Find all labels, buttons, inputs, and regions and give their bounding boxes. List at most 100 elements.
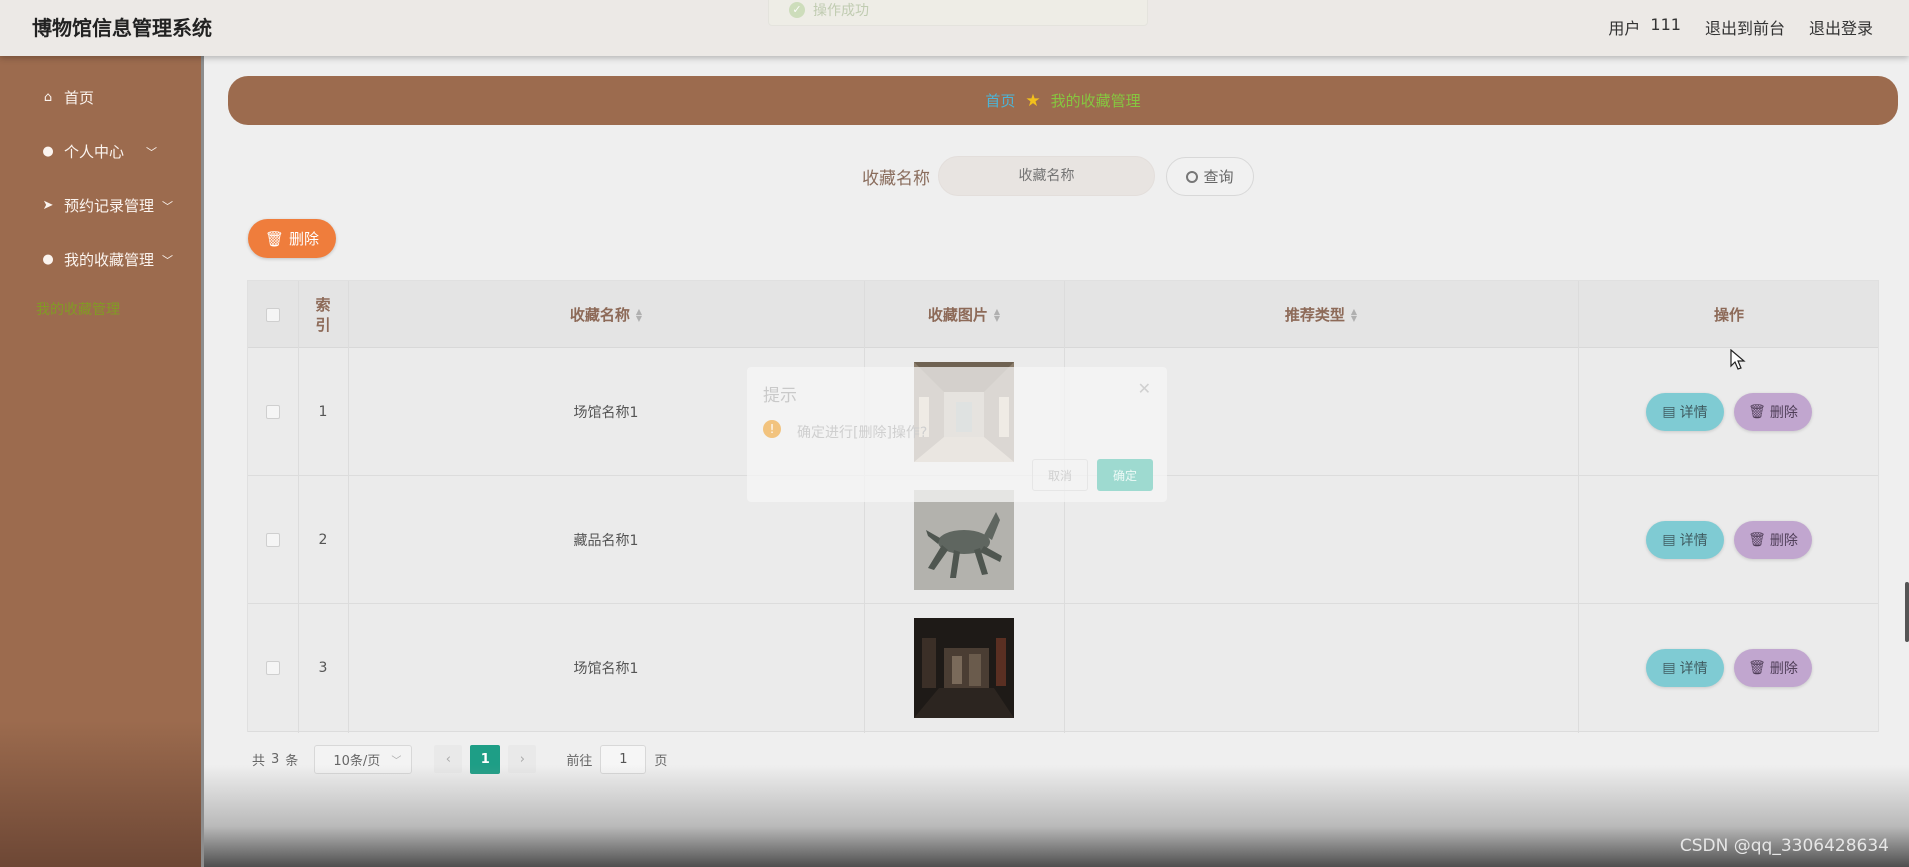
- detail-button[interactable]: ▤ 详情: [1646, 393, 1724, 431]
- breadcrumb-home[interactable]: 首页: [985, 90, 1015, 111]
- search-button[interactable]: 查询: [1166, 157, 1254, 196]
- sort-icon[interactable]: ▲ ▼: [636, 307, 642, 322]
- dialog-title: 提示: [763, 386, 797, 406]
- goto-suffix: 页: [654, 753, 668, 769]
- chevron-left-icon: ‹: [445, 751, 451, 767]
- header-name[interactable]: 收藏名称 ▲ ▼: [348, 281, 864, 348]
- row-checkbox[interactable]: [266, 405, 280, 419]
- dialog-message: 确定进行[删除]操作?: [797, 425, 928, 441]
- home-icon: ⌂: [43, 90, 53, 105]
- batch-delete-label: 删除: [289, 230, 320, 248]
- dark-exhibit-image[interactable]: [914, 618, 1014, 718]
- collections-table: 索引 收藏名称 ▲▼ 收藏图片 ▲▼ 推荐类型 ▲▼ 操作 1 场馆名称1: [247, 280, 1880, 733]
- sidebar-item-label: 个人中心: [64, 143, 125, 161]
- sort-icon[interactable]: ▲ ▼: [1351, 307, 1357, 322]
- user-name: 111: [1650, 15, 1681, 34]
- goto-page-input[interactable]: [600, 744, 647, 774]
- goto-prefix: 前往: [566, 753, 593, 769]
- user-icon: ●: [42, 144, 54, 159]
- breadcrumb: 首页 ★ 我的收藏管理: [228, 76, 1898, 125]
- table-row: 3 场馆名称1 ▤ 详情 🗑 删除: [248, 604, 1878, 732]
- next-page-button[interactable]: ›: [508, 745, 537, 773]
- toast-text: 操作成功: [813, 3, 869, 19]
- document-icon: ▤: [1662, 660, 1676, 676]
- total-count: 3: [271, 751, 280, 767]
- row-actions: ▤ 详情 🗑 删除: [1578, 348, 1880, 476]
- trash-icon: 🗑: [1748, 404, 1766, 420]
- mouse-pointer-icon: [1730, 349, 1746, 370]
- search-icon: [1186, 170, 1199, 183]
- cancel-button[interactable]: 取消: [1032, 459, 1088, 491]
- table-header: 索引 收藏名称 ▲ ▼ 收藏图片 ▲ ▼ 推荐类型 ▲ ▼ 操作: [248, 281, 1878, 348]
- breadcrumb-current: 我的收藏管理: [1050, 92, 1141, 110]
- page-size-select[interactable]: 10条/页 ﹀: [314, 744, 413, 774]
- trash-icon: 🗑: [1748, 660, 1766, 676]
- delete-button[interactable]: 🗑 删除: [1734, 649, 1812, 687]
- chevron-down-icon: ﹀: [146, 145, 158, 159]
- header-image[interactable]: 收藏图片 ▲ ▼: [864, 281, 1064, 348]
- row-actions: ▤ 详情 🗑 删除: [1578, 476, 1880, 604]
- user-label: 用户: [1608, 19, 1641, 38]
- row-index: 2: [318, 532, 328, 548]
- row-actions: ▤ 详情 🗑 删除: [1578, 604, 1880, 732]
- sidebar-item-personal-center[interactable]: ● 个人中心 ﹀: [40, 141, 157, 162]
- sidebar: ⌂ 首页 ● 个人中心 ﹀ ➤ 预约记录管理 ﹀ ● 我的收藏管理 ﹀ 我的收藏…: [0, 56, 204, 867]
- batch-delete-button[interactable]: 🗑 删除: [248, 219, 336, 258]
- select-all-header: [248, 281, 298, 348]
- header-index: 索引: [315, 295, 331, 334]
- total-prefix: 共: [252, 753, 266, 769]
- bronze-horse-image[interactable]: [914, 490, 1014, 590]
- document-icon: ▤: [1662, 532, 1676, 548]
- detail-button[interactable]: ▤ 详情: [1646, 649, 1724, 687]
- row-index: 1: [318, 404, 328, 420]
- sidebar-item-label: 预约记录管理: [64, 197, 155, 215]
- search-label: 收藏名称: [862, 169, 930, 189]
- submenu-item-my-collections[interactable]: 我的收藏管理: [36, 299, 120, 319]
- warning-icon: !: [763, 420, 781, 438]
- sidebar-item-booking-records[interactable]: ➤ 预约记录管理 ﹀: [40, 195, 173, 216]
- chevron-down-icon: ﹀: [162, 253, 174, 267]
- star-icon: ★: [1025, 90, 1041, 111]
- row-checkbox[interactable]: [266, 533, 280, 547]
- sidebar-item-label: 首页: [64, 89, 95, 107]
- delete-button[interactable]: 🗑 删除: [1734, 393, 1812, 431]
- detail-button[interactable]: ▤ 详情: [1646, 521, 1724, 559]
- watermark: CSDN @qq_3306428634: [1679, 836, 1889, 856]
- search-button-label: 查询: [1203, 168, 1234, 186]
- prev-page-button[interactable]: ‹: [434, 745, 463, 773]
- search-input[interactable]: [938, 156, 1155, 196]
- page-number-button[interactable]: 1: [470, 744, 501, 774]
- delete-button[interactable]: 🗑 删除: [1734, 521, 1812, 559]
- app-title: 博物馆信息管理系统: [32, 16, 212, 40]
- row-image-cell: [864, 604, 1064, 732]
- select-all-checkbox[interactable]: [266, 307, 280, 322]
- exit-to-front-link[interactable]: 退出到前台: [1705, 15, 1785, 39]
- success-toast: ✓ 操作成功: [768, 0, 1148, 26]
- pagination: 共 3 条 10条/页 ﹀ ‹ 1 › 前往 页: [252, 744, 667, 774]
- sidebar-item-home[interactable]: ⌂ 首页: [40, 87, 94, 108]
- close-icon[interactable]: ✕: [1138, 379, 1151, 398]
- logout-link[interactable]: 退出登录: [1809, 15, 1873, 39]
- trash-icon: 🗑: [264, 229, 285, 248]
- total-suffix: 条: [285, 753, 299, 769]
- user-icon: ●: [42, 252, 54, 267]
- chevron-down-icon: ﹀: [391, 755, 402, 767]
- confirm-dialog: 提示 ✕ ! 确定进行[删除]操作? 取消 确定: [747, 367, 1167, 502]
- row-index: 3: [318, 660, 328, 676]
- row-checkbox[interactable]: [266, 661, 280, 675]
- document-icon: ▤: [1662, 404, 1676, 420]
- bottom-shade: [204, 765, 1909, 867]
- row-name: 场馆名称1: [573, 661, 639, 677]
- current-user: 用户 111: [1608, 15, 1681, 39]
- header-ops: 操作: [1713, 306, 1744, 324]
- header-type[interactable]: 推荐类型 ▲ ▼: [1064, 281, 1578, 348]
- check-circle-icon: ✓: [789, 2, 805, 18]
- sidebar-item-label: 我的收藏管理: [64, 251, 155, 269]
- chevron-down-icon: ﹀: [162, 199, 174, 213]
- sort-icon[interactable]: ▲ ▼: [994, 307, 1000, 322]
- trash-icon: 🗑: [1748, 532, 1766, 548]
- confirm-button[interactable]: 确定: [1097, 459, 1153, 491]
- top-actions: 用户 111 退出到前台 退出登录: [1608, 15, 1873, 39]
- sidebar-item-my-collections[interactable]: ● 我的收藏管理 ﹀: [40, 249, 173, 270]
- scrollbar-handle[interactable]: [1905, 582, 1909, 642]
